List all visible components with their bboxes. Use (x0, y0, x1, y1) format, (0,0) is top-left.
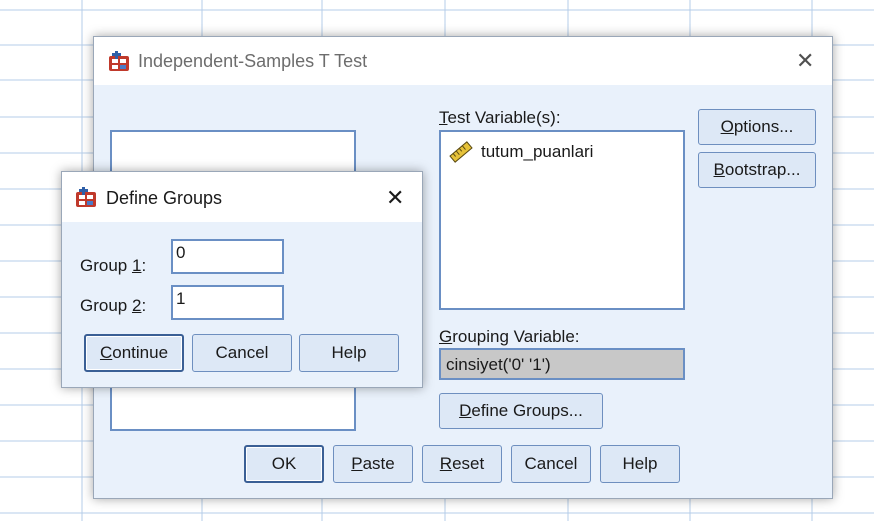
close-icon[interactable]: ✕ (796, 50, 814, 72)
define-groups-title: Define Groups (106, 188, 223, 208)
ok-button[interactable]: OK (244, 445, 324, 483)
define-groups-button[interactable]: Define Groups... (439, 393, 603, 429)
ruler-scale-icon (449, 141, 473, 163)
spss-app-icon (109, 51, 129, 71)
continue-button[interactable]: Continue (84, 334, 184, 372)
help-button[interactable]: Help (600, 445, 680, 483)
group1-label: Group 1: (80, 256, 147, 275)
test-variables-label: Test Variable(s): (439, 108, 561, 127)
define-groups-cancel-button[interactable]: Cancel (192, 334, 292, 372)
group1-input[interactable]: 0 (171, 239, 284, 274)
group2-label: Group 2: (80, 296, 147, 315)
define-groups-titlebar: Define Groups ✕ (62, 172, 422, 222)
spss-app-icon (76, 187, 96, 207)
group2-input[interactable]: 1 (171, 285, 284, 320)
main-dialog-titlebar: Independent-Samples T Test ✕ (94, 37, 832, 85)
bootstrap-button[interactable]: Bootstrap... (698, 152, 816, 188)
group1-value: 0 (176, 243, 186, 262)
grouping-variable-label: Grouping Variable: (439, 327, 580, 346)
options-button[interactable]: Options... (698, 109, 816, 145)
grouping-variable-field[interactable]: cinsiyet('0' '1') (439, 348, 685, 380)
cancel-button[interactable]: Cancel (511, 445, 591, 483)
test-variables-listbox[interactable]: tutum_puanlari (439, 130, 685, 310)
paste-button[interactable]: Paste (333, 445, 413, 483)
reset-button[interactable]: Reset (422, 445, 502, 483)
define-groups-dialog: Define Groups ✕ Group 1: 0 Group 2: 1 Co… (61, 171, 423, 388)
grouping-variable-value: cinsiyet('0' '1') (446, 355, 551, 374)
close-icon[interactable]: ✕ (386, 187, 404, 209)
main-dialog-title: Independent-Samples T Test (138, 51, 368, 71)
list-item[interactable]: tutum_puanlari (449, 140, 593, 164)
group2-value: 1 (176, 289, 186, 308)
test-variable-name: tutum_puanlari (481, 142, 594, 161)
define-groups-help-button[interactable]: Help (299, 334, 399, 372)
